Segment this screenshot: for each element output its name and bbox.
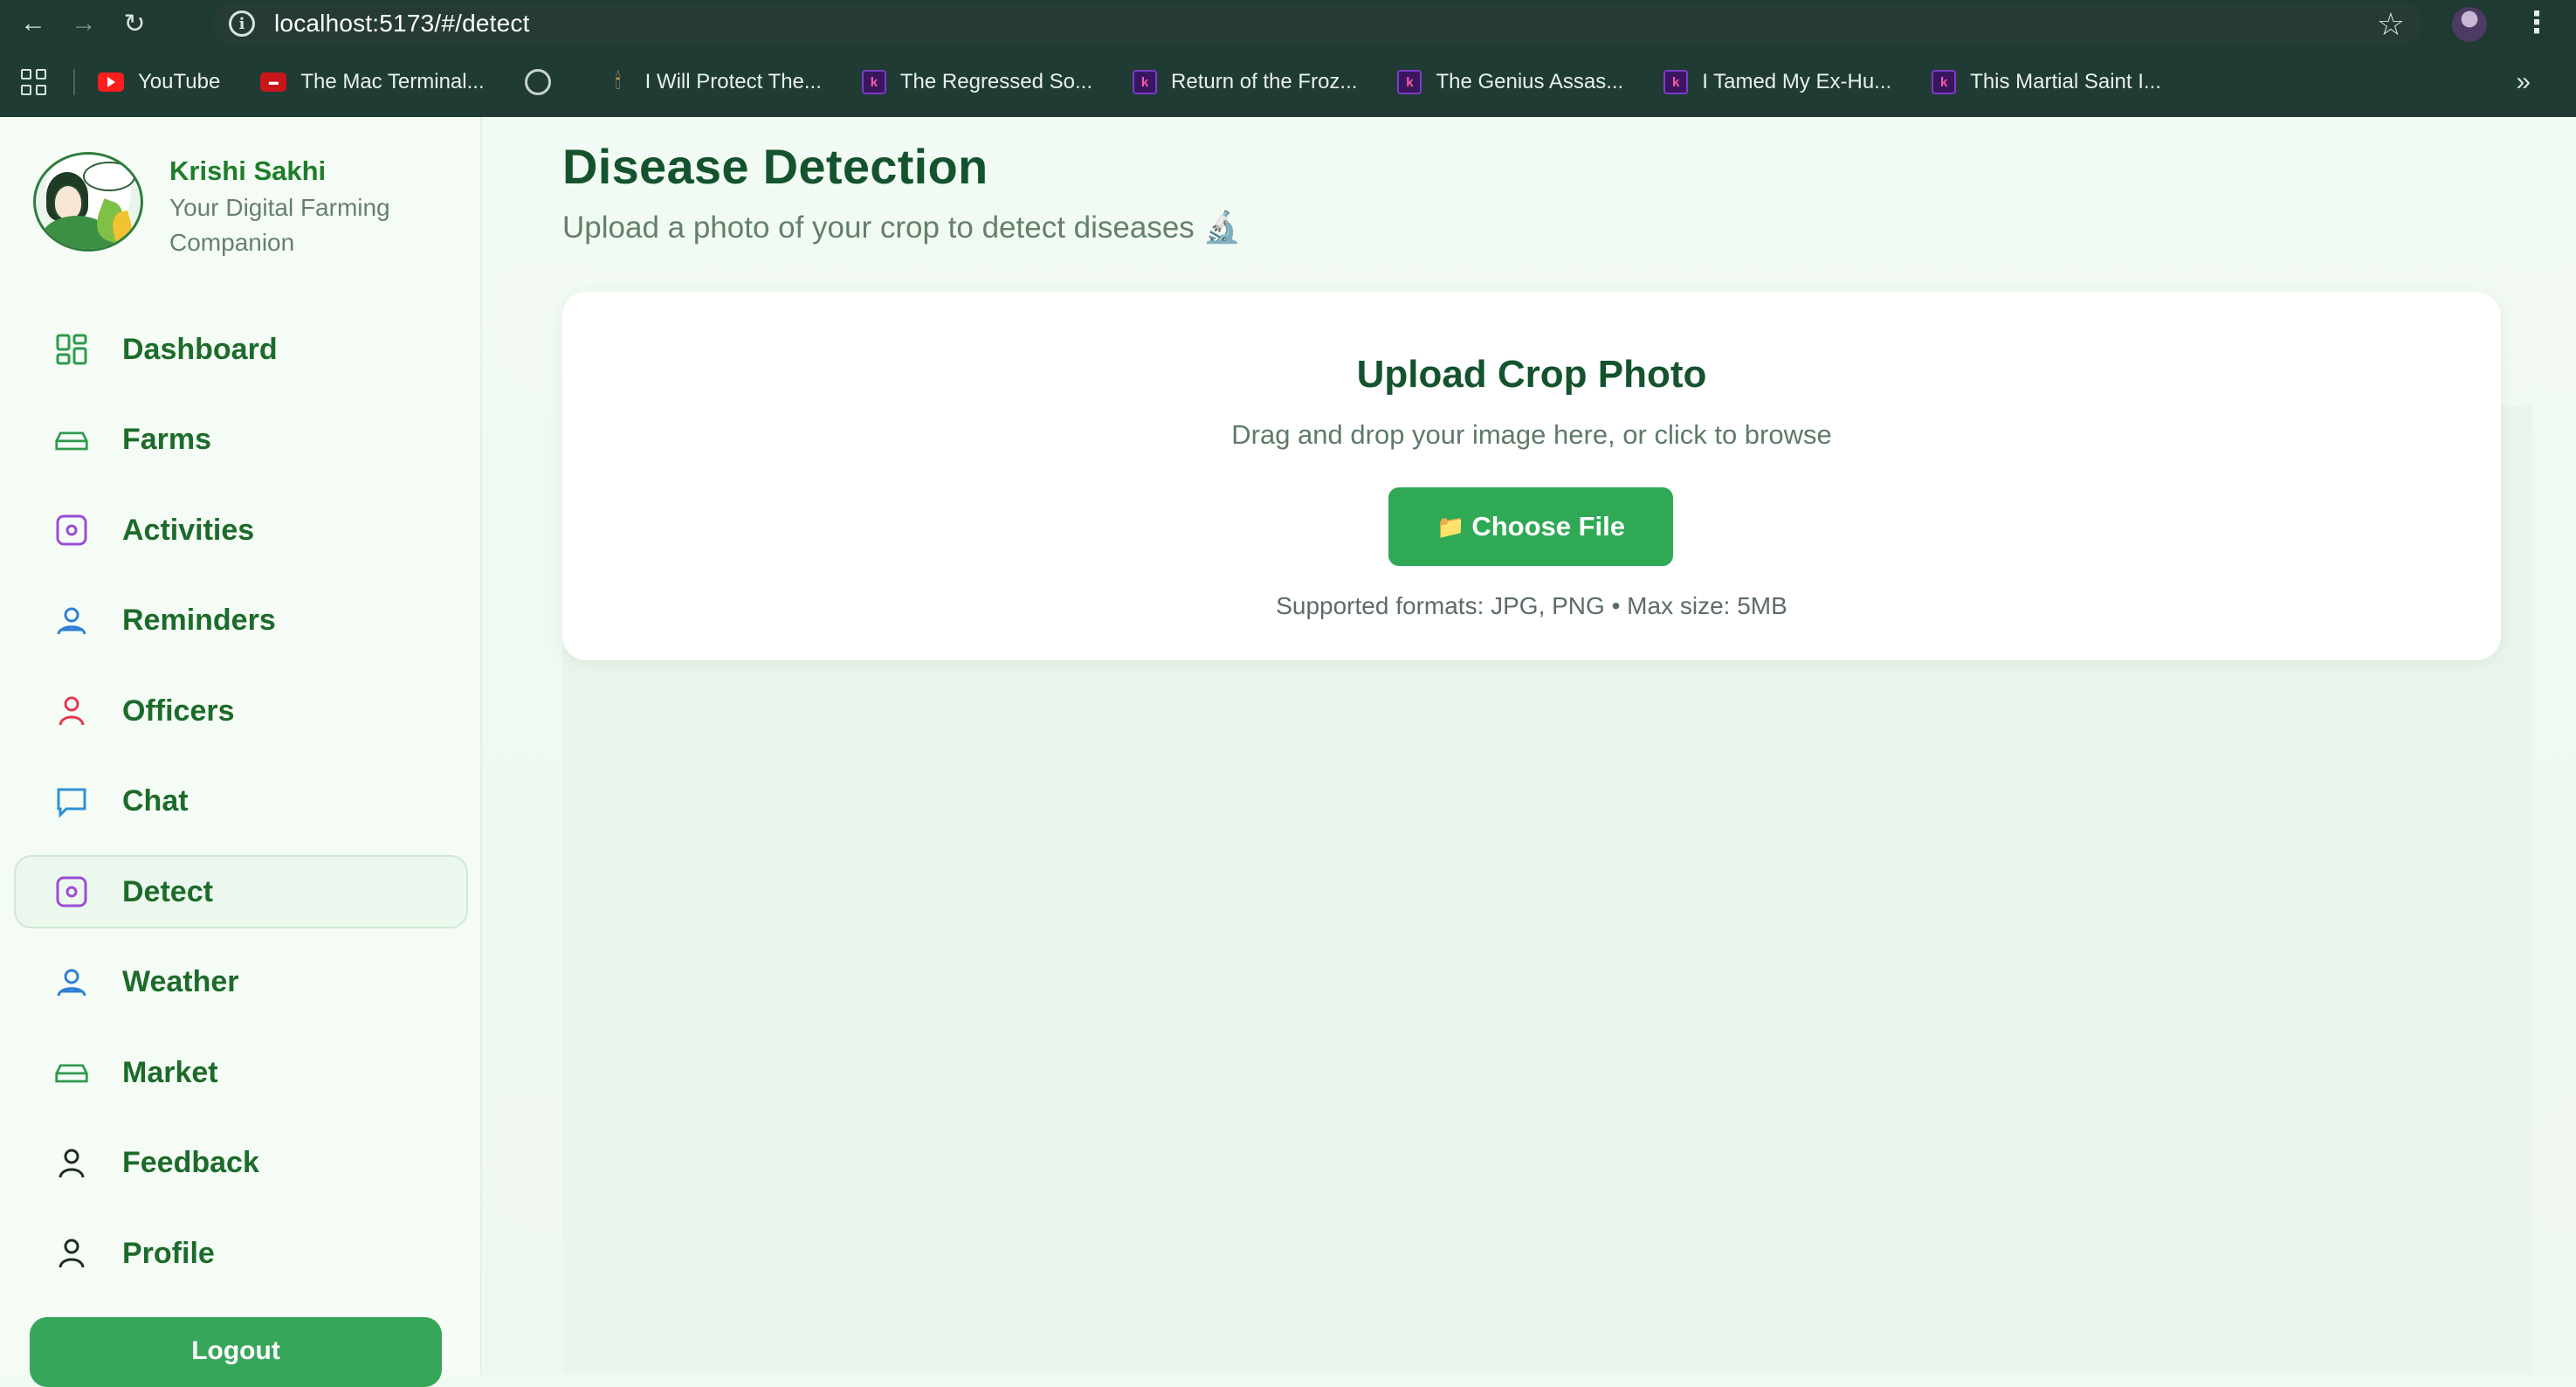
globe-icon: [524, 69, 551, 95]
bookmarks-divider: [73, 69, 75, 95]
krishi-sakhi-logo: [33, 152, 143, 252]
profile-avatar[interactable]: [2452, 7, 2487, 42]
sidebar: Krishi Sakhi Your Digital Farming Compan…: [0, 117, 482, 1387]
reload-icon[interactable]: ↻: [117, 6, 152, 41]
story-icon: k: [1397, 70, 1422, 94]
red-badge-icon: ▬: [260, 72, 287, 92]
address-bar[interactable]: i localhost:5173/#/detect ☆: [213, 2, 2422, 45]
sidebar-item-label: Profile: [122, 1236, 215, 1270]
bookmark-label: I Tamed My Ex-Hu...: [1702, 70, 1892, 93]
sidebar-item-label: Feedback: [122, 1146, 259, 1179]
sidebar-item-detect[interactable]: Detect: [14, 855, 468, 928]
sidebar-item-label: Reminders: [122, 604, 276, 637]
upload-format-note: Supported formats: JPG, PNG • Max size: …: [1276, 592, 1787, 619]
sidebar-item-label: Farms: [122, 423, 212, 456]
grid-icon: [54, 332, 89, 367]
folder-icon: 📁: [1436, 513, 1465, 540]
bookmark-label: The Genius Assas...: [1436, 70, 1624, 93]
choose-file-label: Choose File: [1471, 511, 1626, 542]
back-arrow-icon[interactable]: ←: [16, 6, 51, 41]
story-icon: k: [1663, 70, 1689, 94]
bookmark-label: The Mac Terminal...: [300, 70, 485, 93]
sidebar-item-weather[interactable]: Weather: [14, 946, 468, 1019]
bookmark-label: Return of the Froz...: [1171, 70, 1358, 93]
bookmark-item[interactable]: k I Tamed My Ex-Hu...: [1663, 70, 1891, 94]
sidebar-item-label: Officers: [122, 694, 235, 728]
activity-icon: [54, 513, 89, 548]
sidebar-item-feedback[interactable]: Feedback: [14, 1127, 468, 1200]
bookmark-item[interactable]: k The Genius Assas...: [1397, 70, 1623, 94]
bookmark-item[interactable]: YouTube: [98, 70, 220, 94]
sidebar-item-label: Market: [122, 1055, 218, 1089]
story-icon: k: [1133, 70, 1158, 94]
apps-grid-icon[interactable]: [21, 69, 47, 95]
bookmarks-bar: YouTube ▬ The Mac Terminal... 🕯 I Will P…: [0, 47, 2576, 117]
field-icon: [54, 1055, 89, 1090]
users-icon: [54, 965, 89, 1000]
brand-name: Krishi Sakhi: [169, 155, 327, 186]
sidebar-item-label: Detect: [122, 874, 213, 908]
upload-dropzone[interactable]: Upload Crop Photo Drag and drop your ima…: [562, 292, 2501, 660]
bookmark-item[interactable]: [524, 69, 565, 95]
sidebar-item-label: Activities: [122, 513, 255, 547]
forward-arrow-icon[interactable]: →: [66, 6, 101, 41]
browser-menu-icon[interactable]: ⋮: [2522, 5, 2552, 40]
sidebar-nav: Dashboard Farms Activities Reminders Off…: [14, 313, 468, 1308]
sidebar-item-chat[interactable]: Chat: [14, 765, 468, 838]
sidebar-item-profile[interactable]: Profile: [14, 1217, 468, 1290]
bookmark-item[interactable]: ▬ The Mac Terminal...: [260, 70, 485, 94]
user-icon: [54, 1236, 89, 1271]
upload-title: Upload Crop Photo: [1356, 353, 1707, 396]
site-info-icon[interactable]: i: [229, 10, 255, 37]
bookmark-label: I Will Protect The...: [644, 70, 822, 93]
sidebar-item-reminders[interactable]: Reminders: [14, 584, 468, 658]
choose-file-button[interactable]: 📁 Choose File: [1388, 487, 1673, 566]
brand-tagline: Your Digital Farming Companion: [169, 194, 390, 256]
chevron-double-right-icon[interactable]: »: [2516, 67, 2531, 97]
brand[interactable]: Krishi Sakhi Your Digital Farming Compan…: [33, 152, 440, 260]
story-icon: k: [1932, 70, 1957, 94]
bookmark-item[interactable]: k Return of the Froz...: [1133, 70, 1357, 94]
youtube-icon: [98, 72, 124, 92]
page-subtitle: Upload a photo of your crop to detect di…: [562, 210, 1242, 245]
sidebar-item-officers[interactable]: Officers: [14, 674, 468, 748]
story-icon: k: [861, 70, 886, 94]
detect-icon: [54, 874, 89, 909]
sidebar-item-farms[interactable]: Farms: [14, 404, 468, 477]
sidebar-item-dashboard[interactable]: Dashboard: [14, 313, 468, 386]
sidebar-item-label: Weather: [122, 965, 239, 998]
browser-toolbar: ← → ↻ i localhost:5173/#/detect ☆ ⋮: [0, 0, 2576, 47]
sidebar-item-activities[interactable]: Activities: [14, 493, 468, 567]
users-icon: [54, 604, 89, 638]
upload-subtitle: Drag and drop your image here, or click …: [1231, 419, 1832, 450]
bookmark-item[interactable]: 🕯 I Will Protect The...: [605, 70, 822, 94]
url-text[interactable]: localhost:5173/#/detect: [274, 10, 530, 38]
candle-icon: 🕯: [615, 70, 622, 93]
bookmark-star-icon[interactable]: ☆: [2377, 6, 2405, 43]
logout-button[interactable]: Logout: [30, 1317, 442, 1387]
bookmark-label: This Martial Saint I...: [1970, 70, 2161, 93]
officer-icon: [54, 694, 89, 728]
bookmark-label: YouTube: [138, 70, 221, 93]
chat-icon: [54, 784, 89, 819]
main-content: Disease Detection Upload a photo of your…: [484, 117, 2576, 1375]
sidebar-item-label: Dashboard: [122, 332, 278, 366]
page-title: Disease Detection: [562, 139, 988, 194]
field-icon: [54, 423, 89, 458]
bookmark-item[interactable]: k The Regressed So...: [861, 70, 1093, 94]
bookmark-item[interactable]: k This Martial Saint I...: [1932, 70, 2161, 94]
sidebar-item-label: Chat: [122, 784, 189, 818]
sidebar-item-market[interactable]: Market: [14, 1036, 468, 1109]
bookmark-label: The Regressed So...: [899, 70, 1093, 93]
user-icon: [54, 1146, 89, 1181]
